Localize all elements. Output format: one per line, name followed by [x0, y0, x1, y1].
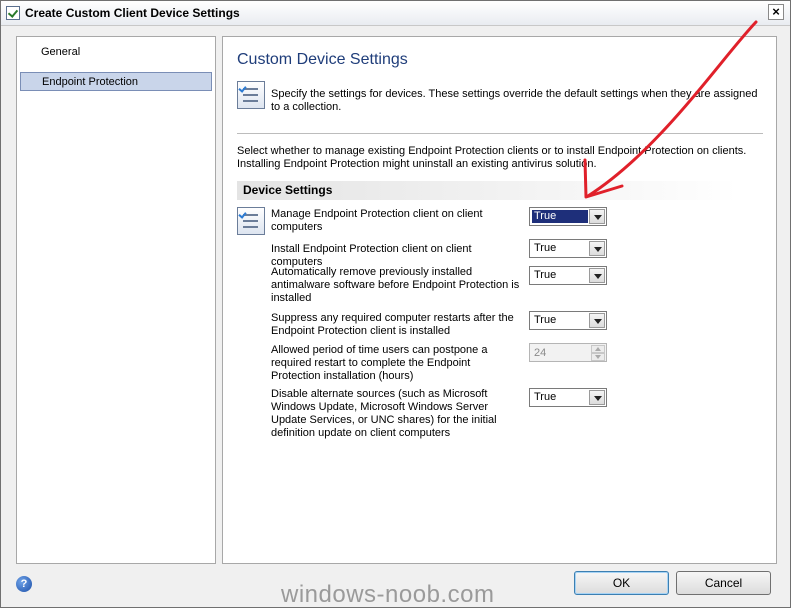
select-value: True [534, 391, 557, 403]
disable-alternate-sources-select[interactable]: True [529, 388, 607, 407]
select-value: True [534, 269, 557, 281]
nav-pane: General Endpoint Protection [16, 36, 216, 564]
chevron-down-icon[interactable] [589, 209, 605, 224]
select-value: True [532, 210, 588, 223]
chevron-down-icon[interactable] [589, 390, 605, 405]
nav-item-general[interactable]: General [20, 43, 212, 62]
title-bar: Create Custom Client Device Settings × [1, 1, 790, 26]
page-title: Custom Device Settings [237, 51, 408, 68]
settings-pane: Custom Device Settings Specify the setti… [222, 36, 777, 564]
nav-item-endpoint-protection[interactable]: Endpoint Protection [20, 72, 212, 91]
stepper-down-icon [591, 353, 605, 361]
chevron-down-icon[interactable] [589, 241, 605, 256]
setting-label-manage-ep: Manage Endpoint Protection client on cli… [271, 208, 483, 233]
setting-label-suppress-restarts: Suppress any required computer restarts … [271, 312, 514, 337]
window-title: Create Custom Client Device Settings [25, 6, 240, 20]
section-header: Device Settings [237, 181, 737, 200]
divider [237, 133, 763, 134]
app-icon [6, 6, 20, 20]
page-description: Specify the settings for devices. These … [271, 88, 758, 113]
setting-label-disable-alternate-sources: Disable alternate sources (such as Micro… [271, 388, 497, 439]
suppress-restarts-select[interactable]: True [529, 311, 607, 330]
ok-button[interactable]: OK [574, 571, 669, 595]
device-settings-icon [237, 207, 265, 235]
install-ep-select[interactable]: True [529, 239, 607, 258]
close-button[interactable]: × [768, 4, 784, 20]
stepper-value: 24 [534, 347, 547, 359]
manage-ep-select[interactable]: True [529, 207, 607, 226]
chevron-down-icon[interactable] [589, 268, 605, 283]
watermark: windows-noob.com [281, 581, 495, 608]
dialog-window: Create Custom Client Device Settings × G… [0, 0, 791, 608]
select-value: True [534, 242, 557, 254]
setting-label-remove-antimalware: Automatically remove previously installe… [271, 266, 520, 304]
settings-document-icon [237, 81, 265, 109]
chevron-down-icon[interactable] [589, 313, 605, 328]
setting-label-postpone-restart: Allowed period of time users can postpon… [271, 344, 488, 382]
remove-antimalware-select[interactable]: True [529, 266, 607, 285]
select-value: True [534, 314, 557, 326]
stepper-up-icon [591, 345, 605, 353]
help-icon[interactable]: ? [16, 576, 32, 592]
instructions-text: Select whether to manage existing Endpoi… [237, 145, 747, 170]
cancel-button[interactable]: Cancel [676, 571, 771, 595]
postpone-hours-stepper: 24 [529, 343, 607, 362]
